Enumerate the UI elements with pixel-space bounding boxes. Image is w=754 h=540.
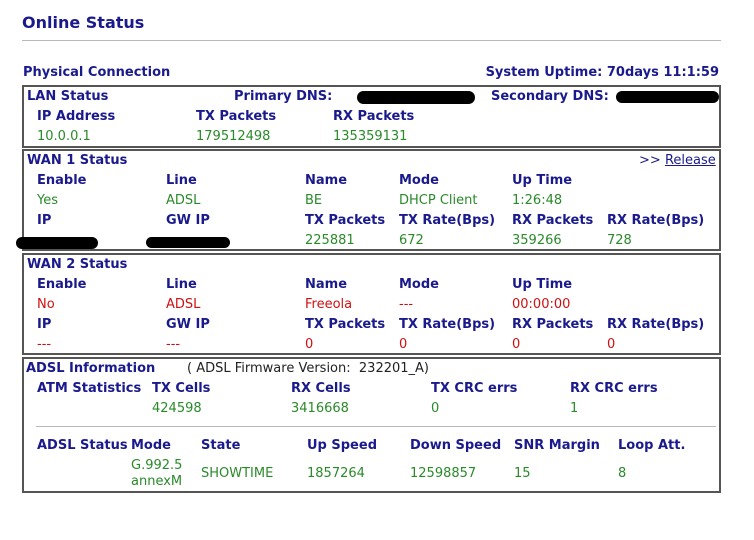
wan1-tx-rate-value: 672 [399, 233, 424, 248]
wan1-status-title: WAN 1 Status [27, 153, 128, 168]
adsl-header-mode: Mode [131, 438, 171, 453]
atm-header-rx-crc-errs: RX CRC errs [570, 381, 658, 396]
adsl-status-label: ADSL Status [37, 438, 128, 453]
adsl-firmware-version: ( ADSL Firmware Version: 232201_A) [187, 361, 429, 376]
page-title: Online Status [22, 13, 145, 32]
wan2-enable-value: No [37, 297, 55, 312]
lan-header-tx-packets: TX Packets [196, 109, 277, 124]
atm-header-tx-cells: TX Cells [152, 381, 211, 396]
lan-status-title: LAN Status [27, 89, 109, 104]
lan-header-ip-address: IP Address [37, 109, 116, 124]
wan2-header-mode: Mode [399, 277, 439, 292]
lan-header-rx-packets: RX Packets [333, 109, 415, 124]
adsl-information-title: ADSL Information [26, 361, 156, 376]
wan1-tx-packets-value: 225881 [305, 233, 355, 248]
system-uptime: System Uptime: 70days 11:1:59 [485, 65, 719, 80]
wan1-name-value: BE [305, 193, 323, 208]
redacted-primary-dns [357, 91, 475, 104]
wan1-header-tx-rate: TX Rate(Bps) [399, 213, 496, 228]
atm-tx-cells-value: 424598 [152, 401, 202, 416]
wan2-ip-value: --- [37, 337, 52, 352]
wan2-status-panel: WAN 2 Status Enable Line Name Mode Up Ti… [22, 253, 721, 355]
adsl-mode-value-line1: G.992.5 [131, 458, 183, 473]
wan1-header-tx-packets: TX Packets [305, 213, 386, 228]
firmware-label: ( ADSL Firmware Version: [187, 361, 351, 376]
wan2-rx-packets-value: 0 [512, 337, 521, 352]
wan2-header-enable: Enable [37, 277, 87, 292]
adsl-loop-att-value: 8 [618, 466, 627, 481]
wan1-enable-value: Yes [37, 193, 58, 208]
wan2-status-title: WAN 2 Status [27, 257, 128, 272]
wan2-tx-packets-value: 0 [305, 337, 314, 352]
release-label[interactable]: Release [665, 153, 716, 168]
wan1-header-ip: IP [37, 213, 52, 228]
wan2-header-rx-rate: RX Rate(Bps) [607, 317, 705, 332]
atm-rx-crc-errs-value: 1 [570, 401, 579, 416]
wan2-header-tx-packets: TX Packets [305, 317, 386, 332]
wan1-header-mode: Mode [399, 173, 439, 188]
physical-connection-heading: Physical Connection [23, 65, 171, 80]
wan2-header-line: Line [166, 277, 197, 292]
wan2-header-up-time: Up Time [512, 277, 573, 292]
adsl-header-snr-margin: SNR Margin [514, 438, 600, 453]
wan2-gw-ip-value: --- [166, 337, 181, 352]
atm-header-rx-cells: RX Cells [291, 381, 351, 396]
adsl-information-panel: ADSL Information ( ADSL Firmware Version… [22, 357, 721, 493]
secondary-dns-label: Secondary DNS: [491, 89, 609, 104]
wan2-header-tx-rate: TX Rate(Bps) [399, 317, 496, 332]
redacted-wan1-ip [16, 237, 98, 249]
wan1-status-panel: WAN 1 Status >> Release Enable Line Name… [16, 149, 721, 251]
lan-ip-value: 10.0.0.1 [37, 129, 91, 144]
atm-header-tx-crc-errs: TX CRC errs [431, 381, 518, 396]
wan1-header-gw-ip: GW IP [166, 213, 210, 228]
wan1-header-name: Name [305, 173, 348, 188]
adsl-divider [36, 426, 716, 427]
adsl-header-state: State [201, 438, 241, 453]
wan2-name-value: Freeola [305, 297, 353, 312]
atm-statistics-label: ATM Statistics [37, 381, 142, 396]
wan2-rx-rate-value: 0 [607, 337, 616, 352]
firmware-value: 232201_A) [358, 361, 429, 376]
adsl-header-loop-att: Loop Att. [618, 438, 686, 453]
adsl-header-down-speed: Down Speed [410, 438, 502, 453]
adsl-header-up-speed: Up Speed [307, 438, 377, 453]
redacted-secondary-dns [616, 91, 719, 103]
wan2-line-value: ADSL [166, 297, 201, 312]
wan1-up-time-value: 1:26:48 [512, 193, 563, 208]
wan1-header-enable: Enable [37, 173, 87, 188]
adsl-mode-value-line2: annexM [131, 474, 183, 489]
wan1-rx-packets-value: 359266 [512, 233, 562, 248]
adsl-down-speed-value: 12598857 [410, 466, 477, 481]
wan2-header-ip: IP [37, 317, 52, 332]
atm-rx-cells-value: 3416668 [291, 401, 349, 416]
wan1-mode-value: DHCP Client [399, 193, 478, 208]
redacted-wan1-gw-ip [146, 237, 230, 248]
lan-tx-packets-value: 179512498 [196, 129, 271, 144]
wan2-header-name: Name [305, 277, 348, 292]
primary-dns-label: Primary DNS: [234, 89, 333, 104]
title-divider [22, 40, 721, 41]
adsl-state-value: SHOWTIME [201, 466, 274, 481]
wan2-header-rx-packets: RX Packets [512, 317, 594, 332]
adsl-up-speed-value: 1857264 [307, 466, 365, 481]
wan2-tx-rate-value: 0 [399, 337, 408, 352]
wan1-rx-rate-value: 728 [607, 233, 632, 248]
wan1-header-line: Line [166, 173, 197, 188]
lan-rx-packets-value: 135359131 [333, 129, 408, 144]
wan1-release-link[interactable]: >> Release [639, 153, 716, 168]
wan1-line-value: ADSL [166, 193, 201, 208]
wan1-header-up-time: Up Time [512, 173, 573, 188]
wan2-up-time-value: 00:00:00 [512, 297, 571, 312]
wan2-header-gw-ip: GW IP [166, 317, 210, 332]
atm-tx-crc-errs-value: 0 [431, 401, 440, 416]
wan1-header-rx-packets: RX Packets [512, 213, 594, 228]
lan-status-panel: LAN Status Primary DNS: Secondary DNS: I… [22, 85, 721, 148]
release-prefix: >> [639, 153, 661, 168]
wan2-mode-value: --- [399, 297, 414, 312]
adsl-snr-margin-value: 15 [514, 466, 531, 481]
wan1-header-rx-rate: RX Rate(Bps) [607, 213, 705, 228]
